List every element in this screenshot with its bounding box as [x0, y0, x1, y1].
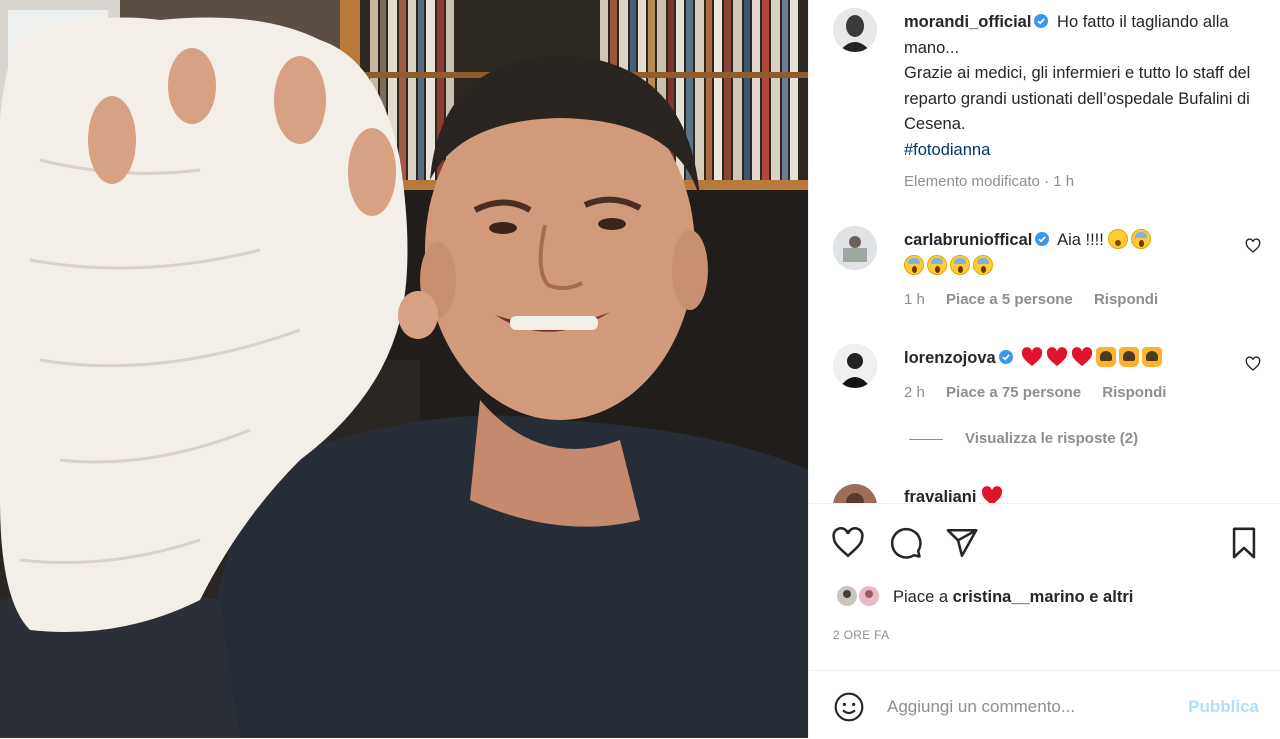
view-replies-button[interactable]: Visualizza le risposte (2) [909, 430, 1138, 447]
comment-item: lorenzojova [904, 345, 1234, 371]
verified-icon [1035, 232, 1050, 246]
heart-icon[interactable] [831, 526, 865, 560]
comments-scroll-area[interactable]: morandi_official Ho fatto il tagliando a… [809, 0, 1280, 503]
comment-avatar[interactable] [833, 226, 877, 270]
comment-text: Aia !!!! [1057, 231, 1104, 249]
caption-text-2: Grazie ai medici, gli infermieri e tutto… [904, 64, 1251, 133]
photo-illustration [0, 0, 808, 738]
comment-avatar[interactable] [833, 484, 877, 503]
comment-meta: 1 h Piace a 5 persone Rispondi [904, 291, 1175, 308]
share-icon[interactable] [945, 526, 979, 560]
comment-avatar-image [833, 226, 877, 270]
comment-bar: Pubblica [809, 670, 1280, 739]
likes-suffix[interactable]: e altri [1089, 588, 1133, 606]
likes-prefix: Piace a [893, 588, 949, 606]
publish-button[interactable]: Pubblica [1188, 697, 1259, 717]
comment-avatar-image [833, 344, 877, 388]
replies-line [909, 438, 943, 440]
comment-item: fravaliani [904, 484, 1234, 503]
likes-text: Piace a cristina__marino e altri [893, 588, 1133, 607]
post-side-panel: morandi_official Ho fatto il tagliando a… [808, 0, 1280, 738]
pray-emoji [1119, 347, 1140, 367]
scream-emoji [1131, 229, 1152, 249]
liker-avatar [835, 584, 859, 608]
liker-avatar [857, 584, 881, 608]
post-timestamp[interactable]: 2 ORE FA [833, 628, 889, 642]
verified-icon [998, 350, 1013, 364]
red-heart-emoji [1022, 347, 1043, 367]
post-author-username[interactable]: morandi_official [904, 13, 1031, 31]
scream-emoji [927, 255, 947, 275]
caption-hashtag[interactable]: #fotodianna [904, 141, 990, 159]
comment-time: 2 h [904, 384, 925, 401]
pray-emoji [1142, 347, 1163, 367]
comment-username[interactable]: carlabrunioffical [904, 231, 1032, 249]
emoji-icon[interactable] [833, 691, 865, 723]
comment-username[interactable]: fravaliani [904, 488, 976, 503]
add-comment-input[interactable] [887, 691, 1167, 723]
scream-emoji [973, 255, 993, 275]
author-avatar-image [833, 8, 877, 52]
author-avatar[interactable] [833, 8, 877, 52]
like-comment-heart-icon[interactable] [1245, 356, 1261, 372]
red-heart-emoji [1047, 347, 1068, 367]
likes-user[interactable]: cristina__marino [953, 588, 1085, 606]
comment-username[interactable]: lorenzojova [904, 349, 996, 367]
red-heart-emoji [981, 486, 1003, 503]
comment-icon[interactable] [889, 526, 923, 560]
scream-emoji [904, 255, 924, 275]
comment-likes[interactable]: Piace a 75 persone [946, 384, 1081, 401]
like-comment-heart-icon[interactable] [1245, 238, 1261, 254]
comment-avatar-image [833, 484, 877, 503]
reply-button[interactable]: Rispondi [1102, 384, 1166, 401]
hushed-face-emoji [1108, 229, 1129, 249]
post-photo [0, 0, 808, 738]
view-replies-label: Visualizza le risposte (2) [965, 430, 1139, 447]
post-caption: morandi_official Ho fatto il tagliando a… [904, 10, 1264, 163]
comment-meta: 2 h Piace a 75 persone Rispondi [904, 384, 1183, 401]
reply-button[interactable]: Rispondi [1094, 291, 1158, 308]
verified-icon [1034, 14, 1049, 28]
comment-avatar[interactable] [833, 344, 877, 388]
comment-time: 1 h [904, 291, 925, 308]
red-heart-emoji [1072, 347, 1093, 367]
scream-emoji [950, 255, 970, 275]
comment-item: carlabrunioffical Aia !!!! [904, 227, 1234, 279]
bookmark-icon[interactable] [1227, 526, 1261, 560]
comment-likes[interactable]: Piace a 5 persone [946, 291, 1073, 308]
post-actions-bar [809, 504, 1280, 574]
post-edited-meta: Elemento modificato · 1 h [904, 173, 1075, 190]
pray-emoji [1096, 347, 1117, 367]
